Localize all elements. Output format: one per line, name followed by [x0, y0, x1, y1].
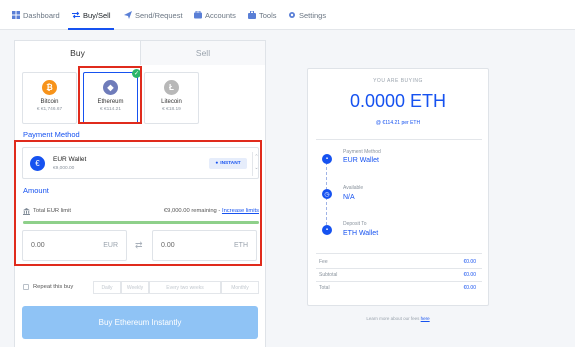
repeat-label: Repeat this buy	[33, 284, 74, 290]
total-label: Total	[319, 285, 330, 291]
step-label: Available	[343, 185, 364, 191]
eur-icon: €	[30, 156, 45, 171]
total-value: €0.00	[463, 285, 476, 291]
buy-sell-panel: Buy Sell ₿ Bitcoin € €1,746.67 ◆ Ethereu…	[14, 40, 266, 347]
limit-progress-bar	[23, 221, 259, 224]
nav-accounts-label: Accounts	[205, 10, 236, 20]
order-summary-panel: YOU ARE BUYING 0.0000 ETH @ €114.21 per …	[307, 68, 489, 306]
nav-send-request-label: Send/Request	[135, 10, 183, 20]
step-value: N/A	[343, 194, 355, 201]
step-value: EUR Wallet	[343, 157, 379, 164]
bank-icon	[23, 208, 30, 215]
wallet-icon: ▪	[322, 154, 332, 164]
eur-amount-input[interactable]: 0.00 EUR	[22, 230, 127, 261]
amount-heading: Amount	[23, 186, 49, 195]
nav-tools[interactable]: Tools	[248, 9, 277, 21]
payment-method-heading: Payment Method	[23, 130, 80, 139]
limit-remaining-text: €9,000.00 remaining -	[163, 208, 221, 214]
clock-icon: ◷	[322, 189, 332, 199]
tools-icon	[248, 11, 256, 19]
repeat-option-weekly[interactable]: Weekly	[121, 281, 149, 294]
tab-sell[interactable]: Sell	[141, 41, 265, 65]
eth-amount-input[interactable]: 0.00 ETH	[152, 230, 257, 261]
bitcoin-icon: ₿	[42, 80, 57, 95]
nav-buy-sell-label: Buy/Sell	[83, 10, 111, 20]
buy-sell-tabs: Buy Sell	[15, 41, 265, 65]
coin-name: Litecoin	[161, 99, 182, 105]
buy-instantly-button[interactable]: Buy Ethereum Instantly	[22, 306, 258, 339]
repeat-option-every-two-weeks[interactable]: Every two weeks	[149, 281, 221, 294]
nav-send-request[interactable]: Send/Request	[124, 9, 183, 21]
dashboard-icon	[12, 11, 20, 19]
step-label: Deposit To	[343, 221, 367, 227]
fee-value: €0.00	[463, 259, 476, 265]
active-tab-indicator	[68, 28, 114, 30]
limit-progress-fill	[23, 221, 259, 224]
ethereum-icon: ◆	[103, 80, 118, 95]
tab-buy[interactable]: Buy	[15, 41, 141, 65]
coin-ethereum[interactable]: ◆ Ethereum € €114.21 ✓	[83, 69, 141, 124]
limit-remaining: €9,000.00 remaining - Increase limits	[164, 208, 259, 214]
eur-amount-value: 0.00	[31, 242, 45, 249]
payment-method-name: EUR Wallet	[53, 156, 87, 163]
nav-settings-label: Settings	[299, 10, 327, 20]
swap-icon	[72, 11, 80, 19]
coin-bitcoin[interactable]: ₿ Bitcoin € €1,746.67	[22, 72, 77, 124]
eth-amount-value: 0.00	[161, 242, 175, 249]
instant-badge-label: INSTANT	[220, 161, 241, 166]
chevron-updown-icon: ⌃ ⌄	[252, 152, 260, 176]
bolt-icon: ●	[215, 161, 219, 166]
payment-method-balance: €9,000.00	[53, 166, 75, 171]
subtotal-label: Subtotal	[319, 272, 338, 278]
repeat-checkbox[interactable]	[23, 284, 29, 290]
summary-amount: 0.0000 ETH	[349, 91, 447, 111]
repeat-row: Repeat this buy Daily Weekly Every two w…	[23, 281, 259, 294]
nav-dashboard-label: Dashboard	[23, 10, 60, 20]
summary-rate: @ €114.21 per ETH	[375, 120, 421, 126]
coin-price: € €18.19	[162, 107, 181, 112]
nav-accounts[interactable]: Accounts	[194, 9, 236, 21]
send-icon	[124, 11, 132, 19]
accounts-icon	[194, 11, 202, 19]
coin-litecoin[interactable]: Ł Litecoin € €18.19	[144, 72, 199, 124]
coin-name: Bitcoin	[40, 99, 59, 105]
swap-currency-icon[interactable]: ⇄	[135, 240, 143, 251]
limit-row: Total EUR limit €9,000.00 remaining - In…	[23, 207, 259, 217]
learn-more-text: Learn more about our fees	[366, 316, 420, 321]
divider	[316, 281, 482, 282]
divider	[316, 139, 482, 140]
repeat-option-monthly[interactable]: Monthly	[221, 281, 259, 294]
divider	[316, 268, 482, 269]
eth-currency-label: ETH	[234, 242, 248, 249]
gear-icon	[289, 12, 295, 18]
nav-tools-label: Tools	[259, 10, 277, 20]
limit-label: Total EUR limit	[33, 208, 72, 214]
selected-check-icon: ✓	[132, 69, 141, 78]
payment-method-select[interactable]: € EUR Wallet €9,000.00 ● INSTANT ⌃ ⌄	[22, 147, 259, 179]
increase-limits-link[interactable]: Increase limits	[222, 208, 259, 214]
subtotal-value: €0.00	[463, 272, 476, 278]
coin-price: € €1,746.67	[36, 107, 63, 112]
eur-currency-label: EUR	[103, 242, 118, 249]
fee-label: Fee	[319, 259, 328, 265]
wallet-icon: ▪	[322, 225, 332, 235]
nav-settings[interactable]: Settings	[288, 9, 326, 21]
repeat-option-daily[interactable]: Daily	[93, 281, 121, 294]
instant-badge: ● INSTANT	[209, 158, 247, 169]
learn-more-link[interactable]: here	[421, 316, 430, 321]
litecoin-icon: Ł	[164, 80, 179, 95]
learn-more-fees: Learn more about our fees here	[307, 316, 489, 321]
nav-buy-sell[interactable]: Buy/Sell	[72, 9, 111, 21]
nav-dashboard[interactable]: Dashboard	[12, 9, 60, 21]
coin-name: Ethereum	[97, 99, 124, 105]
summary-heading: YOU ARE BUYING	[373, 78, 423, 84]
step-label: Payment Method	[343, 149, 381, 155]
top-nav: Dashboard Buy/Sell Send/Request Accounts…	[0, 0, 575, 30]
divider	[316, 253, 482, 254]
step-value: ETH Wallet	[343, 230, 379, 237]
coin-price: € €114.21	[100, 107, 121, 112]
